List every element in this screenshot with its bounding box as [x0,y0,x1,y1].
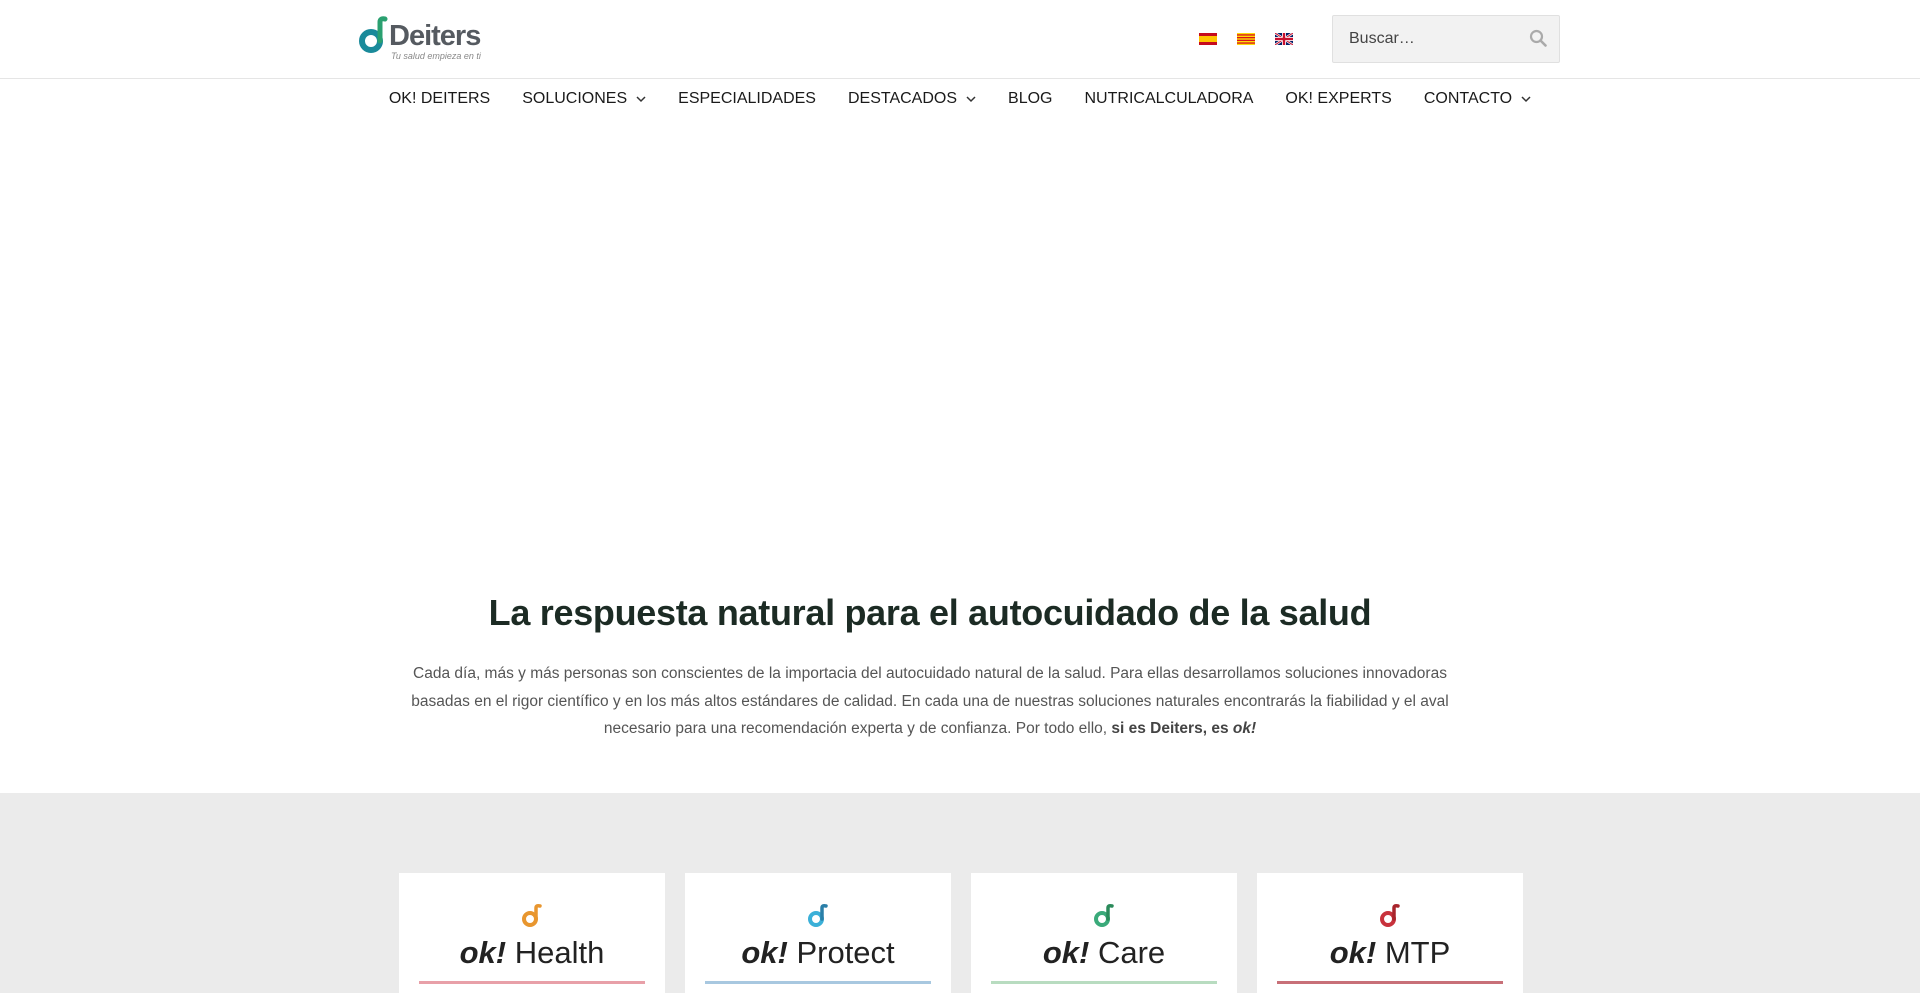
card-ok-protect[interactable]: ok! Protect [685,873,951,993]
search-input[interactable] [1333,16,1523,62]
nav-item-nutricalculadora[interactable]: NUTRICALCULADORA [1069,80,1270,118]
intro-paragraph: Cada día, más y más personas son conscie… [410,660,1450,743]
es-flag-icon[interactable] [1199,33,1217,45]
chevron-down-icon [966,96,976,103]
card-title-name: Care [1097,935,1166,970]
card-title-name: Health [514,935,605,970]
card-underline [705,981,931,984]
intro-slogan: si es Deiters, es ok! [1111,720,1256,737]
card-title-prefix: ok! [1042,935,1090,970]
logo-wordmark: Deiters [389,20,481,52]
product-line-cards: ok! Health ok! Protect ok! Care ok! MTP [399,873,1523,993]
ok-protect-logo-icon [808,904,828,927]
card-title-prefix: ok! [459,935,507,970]
nav-label: DESTACADOS [847,90,958,107]
chevron-down-icon [636,96,646,103]
card-title-prefix: ok! [1329,935,1377,970]
chevron-down-icon [1521,96,1531,103]
card-underline [419,981,645,984]
card-ok-care[interactable]: ok! Care [971,873,1237,993]
nav-item-destacados[interactable]: DESTACADOS [832,80,992,118]
deiters-logo[interactable]: Deiters Tu salud empieza en ti [359,14,499,64]
nav-label: OK! EXPERTS [1285,90,1392,107]
nav-label: OK! DEITERS [388,90,491,107]
nav-label: NUTRICALCULADORA [1084,90,1254,107]
deiters-logo-mark-icon [359,16,388,53]
nav-item-ok-experts[interactable]: OK! EXPERTS [1269,80,1407,118]
ok-health-logo-icon [522,904,542,927]
page-title: La respuesta natural para el autocuidado… [488,592,1372,633]
card-ok-mtp[interactable]: ok! MTP [1257,873,1523,993]
nav-label: SOLUCIONES [522,90,628,107]
card-ok-health[interactable]: ok! Health [399,873,665,993]
card-underline [991,981,1217,984]
main-nav: OK! DEITERS SOLUCIONES ESPECIALIDADES DE… [0,80,1920,118]
card-title: ok! Health [399,935,665,971]
ca-flag-icon[interactable] [1237,33,1255,45]
nav-item-ok-deiters[interactable]: OK! DEITERS [373,80,506,118]
nav-item-soluciones[interactable]: SOLUCIONES [506,80,662,118]
site-header: Deiters Tu salud empieza en ti [0,0,1920,79]
card-title-name: MTP [1384,935,1451,970]
intro-text: Cada día, más y más personas son conscie… [411,665,1449,737]
nav-item-contacto[interactable]: CONTACTO [1408,80,1547,118]
ok-care-logo-icon [1094,904,1114,927]
ok-mtp-logo-icon [1380,904,1400,927]
card-title-prefix: ok! [741,935,788,970]
nav-label: BLOG [1008,90,1053,107]
nav-item-blog[interactable]: BLOG [992,80,1068,118]
card-underline [1277,981,1503,984]
nav-label: CONTACTO [1423,90,1513,107]
card-title: ok! MTP [1257,935,1523,971]
search-icon[interactable] [1529,29,1547,47]
nav-label: ESPECIALIDADES [678,90,816,107]
language-switcher [1199,33,1293,46]
logo-tagline: Tu salud empieza en ti [391,51,481,61]
en-flag-icon[interactable] [1275,33,1293,45]
intro-slogan-ok: ok! [1232,720,1257,737]
card-title-name: Protect [796,935,895,970]
intro-slogan-text: si es Deiters, es [1111,720,1233,737]
search-box [1332,15,1560,63]
nav-item-especialidades[interactable]: ESPECIALIDADES [662,80,832,118]
card-title: ok! Protect [685,935,951,971]
card-title: ok! Care [971,935,1237,971]
